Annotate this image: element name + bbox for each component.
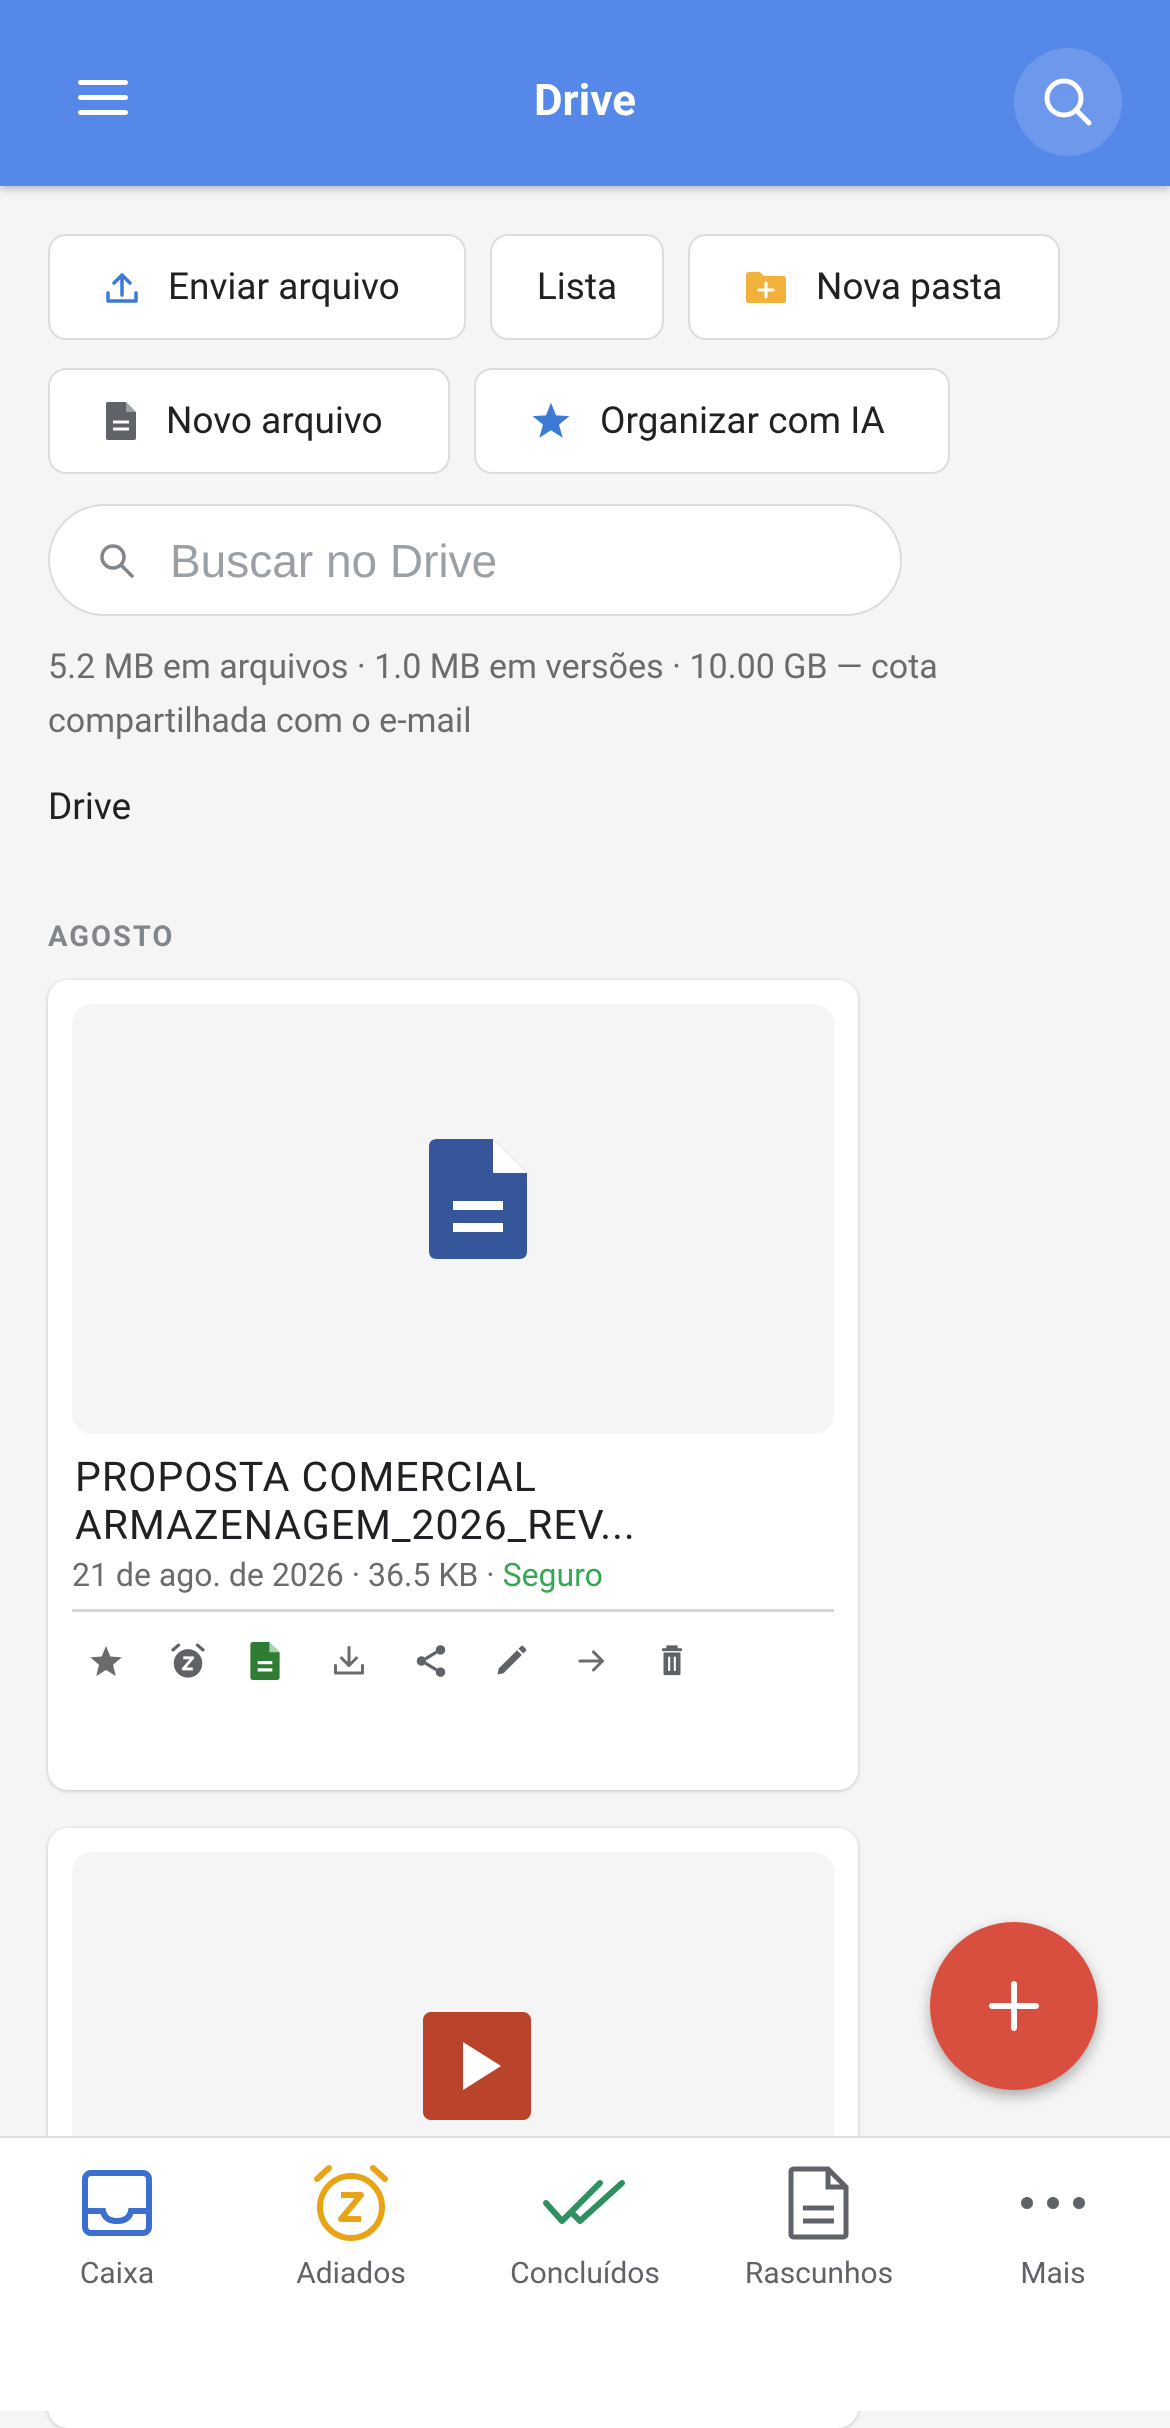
nav-label: Caixa xyxy=(79,2256,155,2291)
file-card[interactable]: PROPOSTA COMERCIAL ARMAZENAGEM_2026_REV.… xyxy=(48,980,858,1790)
nav-label: Mais xyxy=(1020,2256,1086,2291)
search-button[interactable] xyxy=(1014,48,1122,156)
snooze-icon xyxy=(171,1643,205,1678)
file-icon xyxy=(104,400,138,442)
new-file-label: Novo arquivo xyxy=(166,399,383,443)
folder-add-icon xyxy=(744,269,788,305)
file-status-badge: Seguro xyxy=(502,1556,603,1594)
file-date: 21 de ago. de 2026 xyxy=(72,1556,344,1594)
meta-separator: · xyxy=(486,1556,503,1594)
done-all-icon xyxy=(543,2180,625,2224)
nav-label: Rascunhos xyxy=(744,2256,894,2291)
organize-ai-label: Organizar com IA xyxy=(600,399,885,443)
open-sheet-button[interactable] xyxy=(250,1636,331,1686)
share-button[interactable] xyxy=(412,1636,493,1686)
new-folder-button[interactable]: Nova pasta xyxy=(688,234,1060,340)
new-file-button[interactable]: Novo arquivo xyxy=(48,368,450,474)
divider xyxy=(72,1609,834,1612)
edit-button[interactable] xyxy=(493,1636,574,1686)
draft-icon xyxy=(788,2166,849,2240)
file-thumbnail[interactable] xyxy=(72,1004,834,1434)
sheet-icon xyxy=(250,1642,280,1680)
edit-icon xyxy=(497,1645,527,1675)
delete-icon xyxy=(662,1645,682,1676)
share-icon xyxy=(416,1645,446,1677)
file-meta: 21 de ago. de 2026 · 36.5 KB · Seguro xyxy=(72,1556,603,1594)
move-button[interactable] xyxy=(574,1636,655,1686)
download-icon xyxy=(334,1646,364,1675)
star-button[interactable] xyxy=(88,1636,169,1686)
file-actions xyxy=(88,1636,736,1686)
search-icon xyxy=(100,544,134,578)
add-fab-button[interactable] xyxy=(930,1922,1098,2090)
snooze-button[interactable] xyxy=(169,1636,250,1686)
nav-item-snoozed[interactable]: Adiados xyxy=(234,2138,468,2338)
plus-icon xyxy=(989,1981,1039,2031)
nav-item-drafts[interactable]: Rascunhos xyxy=(702,2138,936,2338)
more-icon xyxy=(1021,2197,1085,2209)
breadcrumb[interactable]: Drive xyxy=(48,786,131,829)
drive-search-box[interactable] xyxy=(48,504,902,616)
search-input[interactable] xyxy=(168,524,852,598)
star-icon xyxy=(90,1646,122,1676)
app-bar: Drive xyxy=(0,0,1170,186)
delete-button[interactable] xyxy=(655,1636,736,1686)
star-icon xyxy=(530,401,572,441)
upload-file-button[interactable]: Enviar arquivo xyxy=(48,234,466,340)
nav-item-done[interactable]: Concluídos xyxy=(468,2138,702,2338)
storage-quota-text: 5.2 MB em arquivos · 1.0 MB em versões ·… xyxy=(48,647,938,741)
file-size: 36.5 KB xyxy=(367,1556,479,1594)
snooze-clock-icon xyxy=(314,2165,388,2241)
bottom-navigation: Caixa Adiados Concluídos Rascunhos Mais xyxy=(0,2136,1170,2411)
document-icon xyxy=(429,1139,527,1259)
nav-label: Adiados xyxy=(296,2256,406,2291)
list-view-button[interactable]: Lista xyxy=(490,234,664,340)
file-name[interactable]: PROPOSTA COMERCIAL ARMAZENAGEM_2026_REV.… xyxy=(75,1454,835,1550)
list-view-label: Lista xyxy=(536,265,618,309)
nav-label: Concluídos xyxy=(510,2256,660,2291)
move-icon xyxy=(578,1650,604,1672)
page-title: Drive xyxy=(533,74,637,126)
inbox-icon xyxy=(82,2170,152,2236)
section-header: AGOSTO xyxy=(48,920,175,954)
upload-file-label: Enviar arquivo xyxy=(168,265,400,309)
nav-item-more[interactable]: Mais xyxy=(936,2138,1170,2338)
new-folder-label: Nova pasta xyxy=(816,265,1003,309)
search-icon xyxy=(1044,78,1092,126)
organize-ai-button[interactable]: Organizar com IA xyxy=(474,368,950,474)
upload-icon xyxy=(104,269,140,305)
nav-item-inbox[interactable]: Caixa xyxy=(0,2138,234,2338)
download-button[interactable] xyxy=(331,1636,412,1686)
meta-separator: · xyxy=(351,1556,368,1594)
video-icon xyxy=(423,2012,531,2120)
